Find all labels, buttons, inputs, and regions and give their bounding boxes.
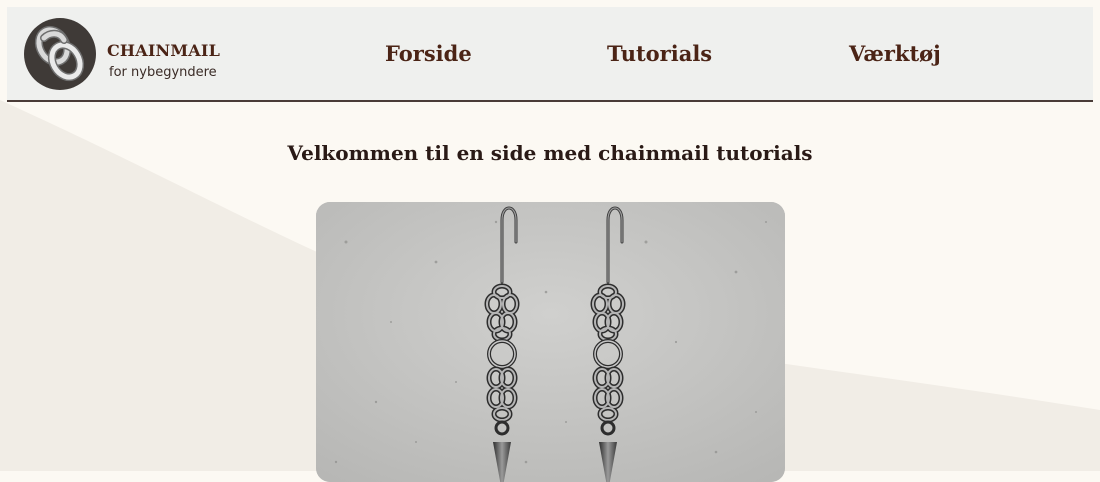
brand-subtitle: for nybegyndere xyxy=(109,65,217,80)
logo-home-link[interactable]: CHAINMAIL for nybegyndere xyxy=(24,17,254,93)
nav-link-vaerktoej[interactable]: Værktøj xyxy=(849,41,941,66)
page-title: Velkommen til en side med chainmail tuto… xyxy=(287,141,813,165)
chain-links-icon xyxy=(24,18,96,90)
site-header: CHAINMAIL for nybegyndere Forside Tutori… xyxy=(7,7,1093,102)
nav-link-forside[interactable]: Forside xyxy=(385,41,472,66)
nav-link-tutorials[interactable]: Tutorials xyxy=(607,41,712,66)
hero-image xyxy=(316,202,785,482)
brand-title: CHAINMAIL xyxy=(107,41,221,60)
chainmail-earrings-photo xyxy=(316,202,785,482)
